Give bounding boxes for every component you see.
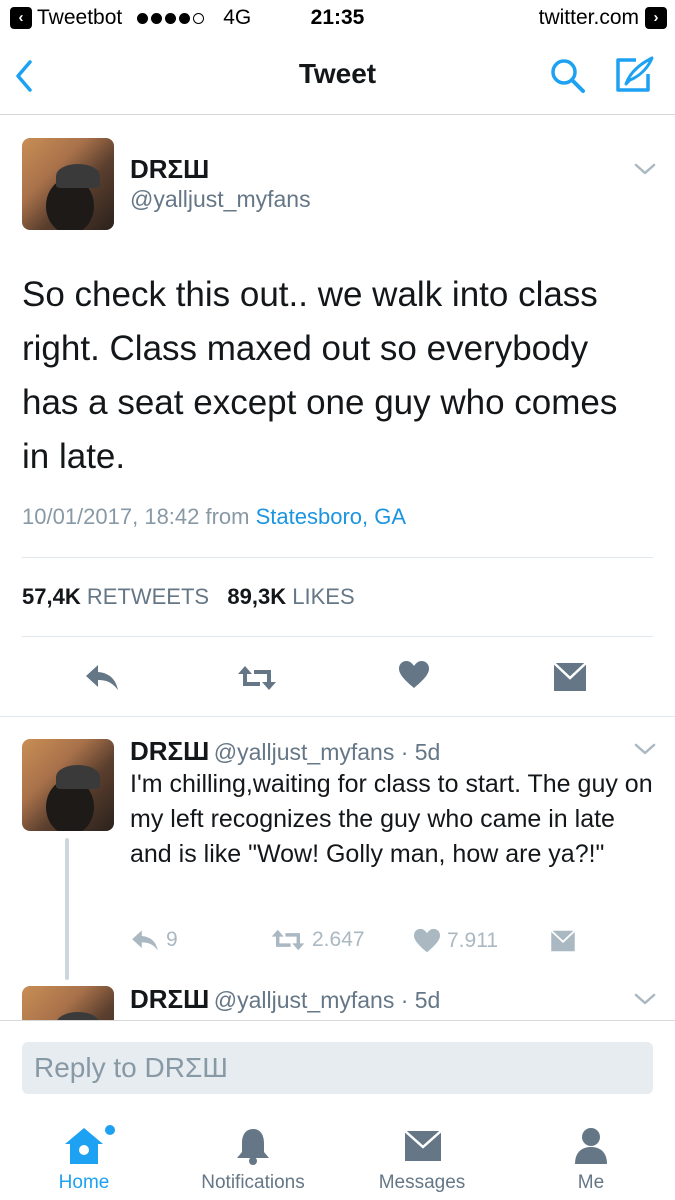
retweets-stat[interactable]: 57,4K RETWEETS xyxy=(22,584,209,609)
chevron-down-icon xyxy=(634,163,656,175)
reply-like-button[interactable]: 7.911 xyxy=(413,928,498,954)
like-button[interactable] xyxy=(398,660,430,690)
envelope-icon xyxy=(404,1130,442,1161)
reply-reply-button[interactable]: 9 xyxy=(130,928,178,952)
divider xyxy=(22,557,653,558)
compose-icon xyxy=(616,56,654,92)
divider xyxy=(0,716,675,717)
reply-message-button[interactable] xyxy=(549,930,577,952)
retweet-button[interactable] xyxy=(236,664,278,692)
forward-chevron-icon: › xyxy=(645,7,667,29)
chevron-down-icon xyxy=(634,743,656,755)
retweet-icon xyxy=(271,929,305,951)
bell-icon xyxy=(237,1129,269,1165)
divider xyxy=(22,636,653,637)
envelope-icon xyxy=(553,662,587,691)
like-count: 7.911 xyxy=(447,929,498,952)
home-icon xyxy=(65,1125,115,1164)
reply-header: DRΣШ @yalljust_myfans · 5d xyxy=(130,736,440,767)
thread-line xyxy=(65,838,69,980)
reply-author-handle[interactable]: @yalljust_myfans · 5d xyxy=(214,739,441,765)
reply-button[interactable] xyxy=(84,662,120,692)
tweet-meta: 10/01/2017, 18:42 from Statesboro, GA xyxy=(22,504,406,530)
tweet-text: So check this out.. we walk into class r… xyxy=(22,275,618,476)
author-handle[interactable]: @yalljust_myfans xyxy=(130,186,311,213)
status-bar: ‹ Tweetbot 4G 21:35 twitter.com › xyxy=(0,0,675,38)
reply-header: DRΣШ @yalljust_myfans · 5d xyxy=(130,984,440,1015)
reply-text: I'm chilling,waiting for class to start.… xyxy=(130,770,653,868)
reply-author-name[interactable]: DRΣШ xyxy=(130,984,209,1014)
reply-options-button[interactable] xyxy=(632,740,658,763)
reply-input[interactable]: Reply to DRΣШ xyxy=(22,1042,653,1094)
likes-label: LIKES xyxy=(292,584,355,609)
reply-author-handle[interactable]: @yalljust_myfans · 5d xyxy=(214,987,441,1013)
tweet-timestamp: 10/01/2017, 18:42 from xyxy=(22,504,256,529)
tweet-location-link[interactable]: Statesboro, GA xyxy=(256,504,406,529)
reply-author-name[interactable]: DRΣШ xyxy=(130,736,209,766)
search-icon xyxy=(551,59,585,93)
tweet-options-button[interactable] xyxy=(632,160,658,183)
tab-label: Home xyxy=(58,1172,110,1193)
likes-count: 89,3K xyxy=(227,584,287,609)
chevron-down-icon xyxy=(634,993,656,1005)
likes-stat[interactable]: 89,3K LIKES xyxy=(227,584,354,609)
tab-label: Me xyxy=(577,1172,605,1193)
search-button[interactable] xyxy=(548,56,588,96)
tab-label: Messages xyxy=(378,1172,466,1193)
open-in-safari-link[interactable]: twitter.com › xyxy=(539,6,667,30)
heart-icon xyxy=(399,661,429,688)
envelope-icon xyxy=(550,930,576,952)
url-label: twitter.com xyxy=(538,6,639,29)
avatar[interactable] xyxy=(22,986,114,1020)
tab-label: Notifications xyxy=(201,1172,305,1193)
retweet-icon xyxy=(238,666,276,690)
retweets-label: RETWEETS xyxy=(86,584,210,609)
reply-options-button[interactable] xyxy=(632,990,658,1013)
direct-message-button[interactable] xyxy=(553,662,587,692)
tab-bar: Home Notifications Messages Me xyxy=(0,1120,675,1200)
author-name[interactable]: DRΣШ xyxy=(130,154,209,185)
reply-icon xyxy=(86,665,118,690)
person-icon xyxy=(575,1128,607,1164)
reply-tweet-partial[interactable]: DRΣШ @yalljust_myfans · 5d xyxy=(0,984,675,1020)
reply-icon xyxy=(132,930,158,951)
heart-icon xyxy=(414,928,440,953)
tweet-stats: 57,4K RETWEETS 89,3K LIKES xyxy=(22,584,355,610)
divider xyxy=(0,1020,675,1021)
avatar[interactable] xyxy=(22,138,114,230)
avatar[interactable] xyxy=(22,739,114,831)
compose-button[interactable] xyxy=(612,54,656,96)
retweets-count: 57,4K xyxy=(22,584,81,609)
reply-count: 9 xyxy=(166,928,178,951)
reply-retweet-button[interactable]: 2.647 xyxy=(270,928,365,952)
navigation-bar: Tweet xyxy=(0,38,675,115)
retweet-count: 2.647 xyxy=(312,928,365,951)
